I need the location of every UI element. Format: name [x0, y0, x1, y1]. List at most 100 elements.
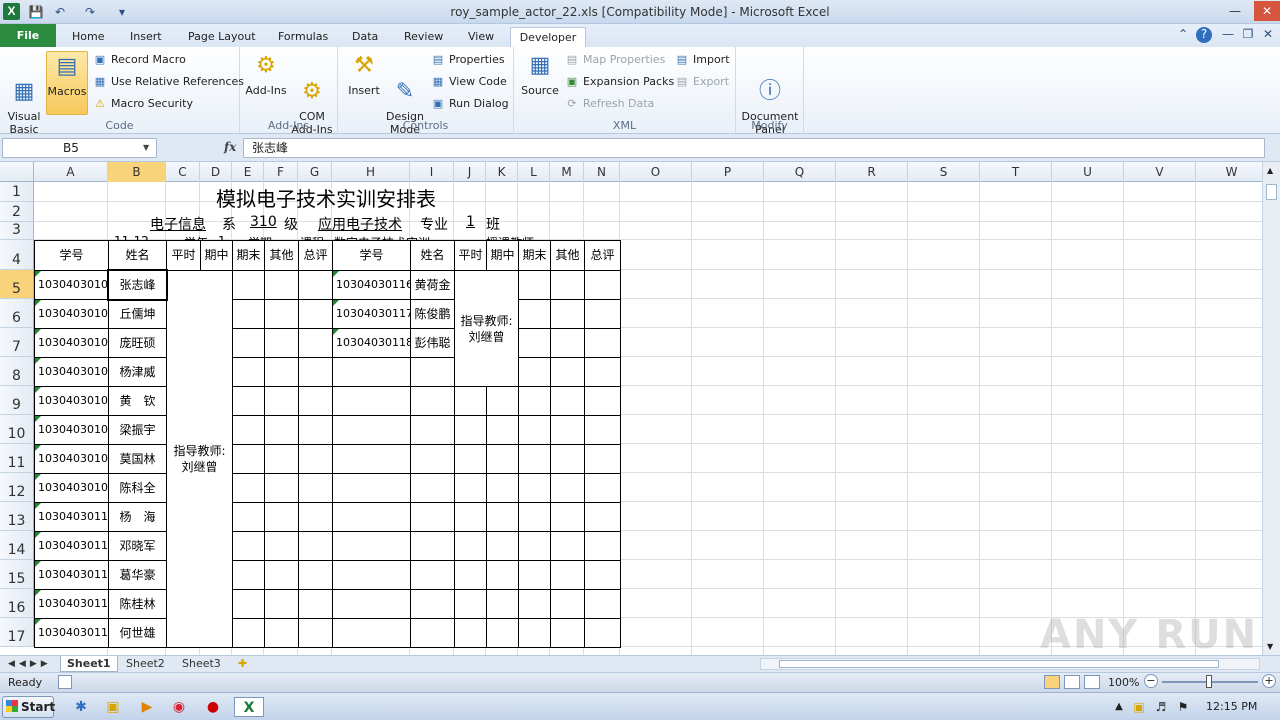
row-header-16[interactable]: 16: [0, 589, 34, 618]
header-left-2[interactable]: 平时: [166, 240, 201, 271]
column-header-f[interactable]: F: [264, 162, 298, 182]
row-header-6[interactable]: 6: [0, 299, 34, 328]
column-header-u[interactable]: U: [1052, 162, 1124, 182]
column-header-w[interactable]: W: [1196, 162, 1262, 182]
ie-icon[interactable]: ✱: [70, 697, 92, 717]
tab-view[interactable]: View: [462, 27, 500, 47]
score-cell[interactable]: [518, 473, 551, 503]
score-cell[interactable]: [550, 299, 585, 329]
score-cell[interactable]: [264, 386, 299, 416]
volume-icon[interactable]: ♬: [1150, 697, 1172, 717]
student-name[interactable]: 黄 钦: [108, 386, 167, 416]
student-name-right[interactable]: [410, 357, 455, 387]
student-id[interactable]: 10304030113: [34, 589, 109, 619]
header-left-4[interactable]: 期末: [232, 240, 265, 271]
score-cell[interactable]: [584, 560, 621, 590]
score-cell[interactable]: [298, 531, 333, 561]
student-id[interactable]: 10304030104: [34, 357, 109, 387]
score-cell[interactable]: [454, 502, 487, 532]
header-right-6[interactable]: 总评: [584, 240, 621, 271]
tray-network-icon[interactable]: ▣: [1128, 697, 1150, 717]
instructor-merged-right[interactable]: 指导教师: 刘继曾: [454, 270, 519, 387]
student-id[interactable]: 10304030105: [34, 386, 109, 416]
close-icon[interactable]: ✕: [1254, 1, 1280, 21]
score-cell[interactable]: [518, 589, 551, 619]
addins-button[interactable]: ⚙ Add-Ins: [244, 51, 288, 97]
workbook-close-icon[interactable]: ✕: [1260, 27, 1276, 43]
header-left-0[interactable]: 学号: [34, 240, 109, 271]
score-cell[interactable]: [232, 270, 265, 300]
student-name-right[interactable]: 彭伟聪: [410, 328, 455, 358]
student-id-right[interactable]: [332, 386, 411, 416]
column-header-g[interactable]: G: [298, 162, 332, 182]
score-cell[interactable]: [264, 589, 299, 619]
sheet-tab-sheet3[interactable]: Sheet3: [176, 656, 227, 672]
score-cell[interactable]: [298, 502, 333, 532]
score-cell[interactable]: [518, 560, 551, 590]
folder-icon[interactable]: ▣: [102, 697, 124, 717]
score-cell[interactable]: [486, 415, 519, 445]
score-cell[interactable]: [298, 444, 333, 474]
instructor-merged-left[interactable]: 指导教师: 刘继曾: [166, 270, 233, 648]
student-id-right[interactable]: [332, 618, 411, 648]
student-id-right[interactable]: [332, 357, 411, 387]
clock[interactable]: 12:15 PM: [1206, 700, 1257, 713]
student-id-right[interactable]: [332, 444, 411, 474]
score-cell[interactable]: [298, 415, 333, 445]
student-name[interactable]: 莫国林: [108, 444, 167, 474]
column-header-s[interactable]: S: [908, 162, 980, 182]
score-cell[interactable]: [550, 618, 585, 648]
score-cell[interactable]: [454, 618, 487, 648]
student-name[interactable]: 何世雄: [108, 618, 167, 648]
score-cell[interactable]: [550, 589, 585, 619]
score-cell[interactable]: [232, 531, 265, 561]
score-cell[interactable]: [550, 270, 585, 300]
student-name[interactable]: 庞旺硕: [108, 328, 167, 358]
score-cell[interactable]: [264, 328, 299, 358]
student-name-right[interactable]: [410, 386, 455, 416]
row-header-3[interactable]: 3: [0, 222, 34, 240]
sheet-tab-sheet1[interactable]: Sheet1: [60, 656, 118, 672]
score-cell[interactable]: [518, 299, 551, 329]
student-id[interactable]: 10304030106: [34, 415, 109, 445]
score-cell[interactable]: [232, 299, 265, 329]
minimize-icon[interactable]: —: [1222, 1, 1248, 21]
sheet-tab-sheet2[interactable]: Sheet2: [120, 656, 171, 672]
score-cell[interactable]: [584, 357, 621, 387]
student-name-right[interactable]: [410, 444, 455, 474]
start-button[interactable]: Start: [2, 696, 55, 718]
student-name[interactable]: 杨 海: [108, 502, 167, 532]
macros-button[interactable]: ▤ Macros: [46, 51, 88, 115]
student-id[interactable]: 10304030102: [34, 299, 109, 329]
score-cell[interactable]: [518, 618, 551, 648]
score-cell[interactable]: [518, 328, 551, 358]
score-cell[interactable]: [486, 473, 519, 503]
row-header-11[interactable]: 11: [0, 444, 34, 473]
header-right-3[interactable]: 期中: [486, 240, 519, 271]
score-cell[interactable]: [232, 473, 265, 503]
source-button[interactable]: ▦ Source: [520, 51, 560, 97]
student-name-right[interactable]: [410, 473, 455, 503]
excel-taskbar-icon[interactable]: X: [234, 697, 264, 717]
score-cell[interactable]: [298, 299, 333, 329]
score-cell[interactable]: [298, 589, 333, 619]
column-header-k[interactable]: K: [486, 162, 518, 182]
column-header-n[interactable]: N: [584, 162, 620, 182]
student-id-right[interactable]: 10304030116: [332, 270, 411, 300]
score-cell[interactable]: [232, 444, 265, 474]
select-all-corner[interactable]: [0, 162, 34, 182]
student-name-right[interactable]: [410, 531, 455, 561]
score-cell[interactable]: [264, 502, 299, 532]
score-cell[interactable]: [264, 560, 299, 590]
score-cell[interactable]: [454, 589, 487, 619]
score-cell[interactable]: [232, 502, 265, 532]
score-cell[interactable]: [518, 415, 551, 445]
score-cell[interactable]: [584, 270, 621, 300]
scroll-thumb[interactable]: [1266, 184, 1277, 200]
student-id[interactable]: 10304030112: [34, 560, 109, 590]
column-header-t[interactable]: T: [980, 162, 1052, 182]
scroll-up-arrow[interactable]: ▲: [1267, 166, 1273, 175]
score-cell[interactable]: [486, 589, 519, 619]
page-layout-view-icon[interactable]: [1064, 675, 1080, 689]
score-cell[interactable]: [264, 473, 299, 503]
